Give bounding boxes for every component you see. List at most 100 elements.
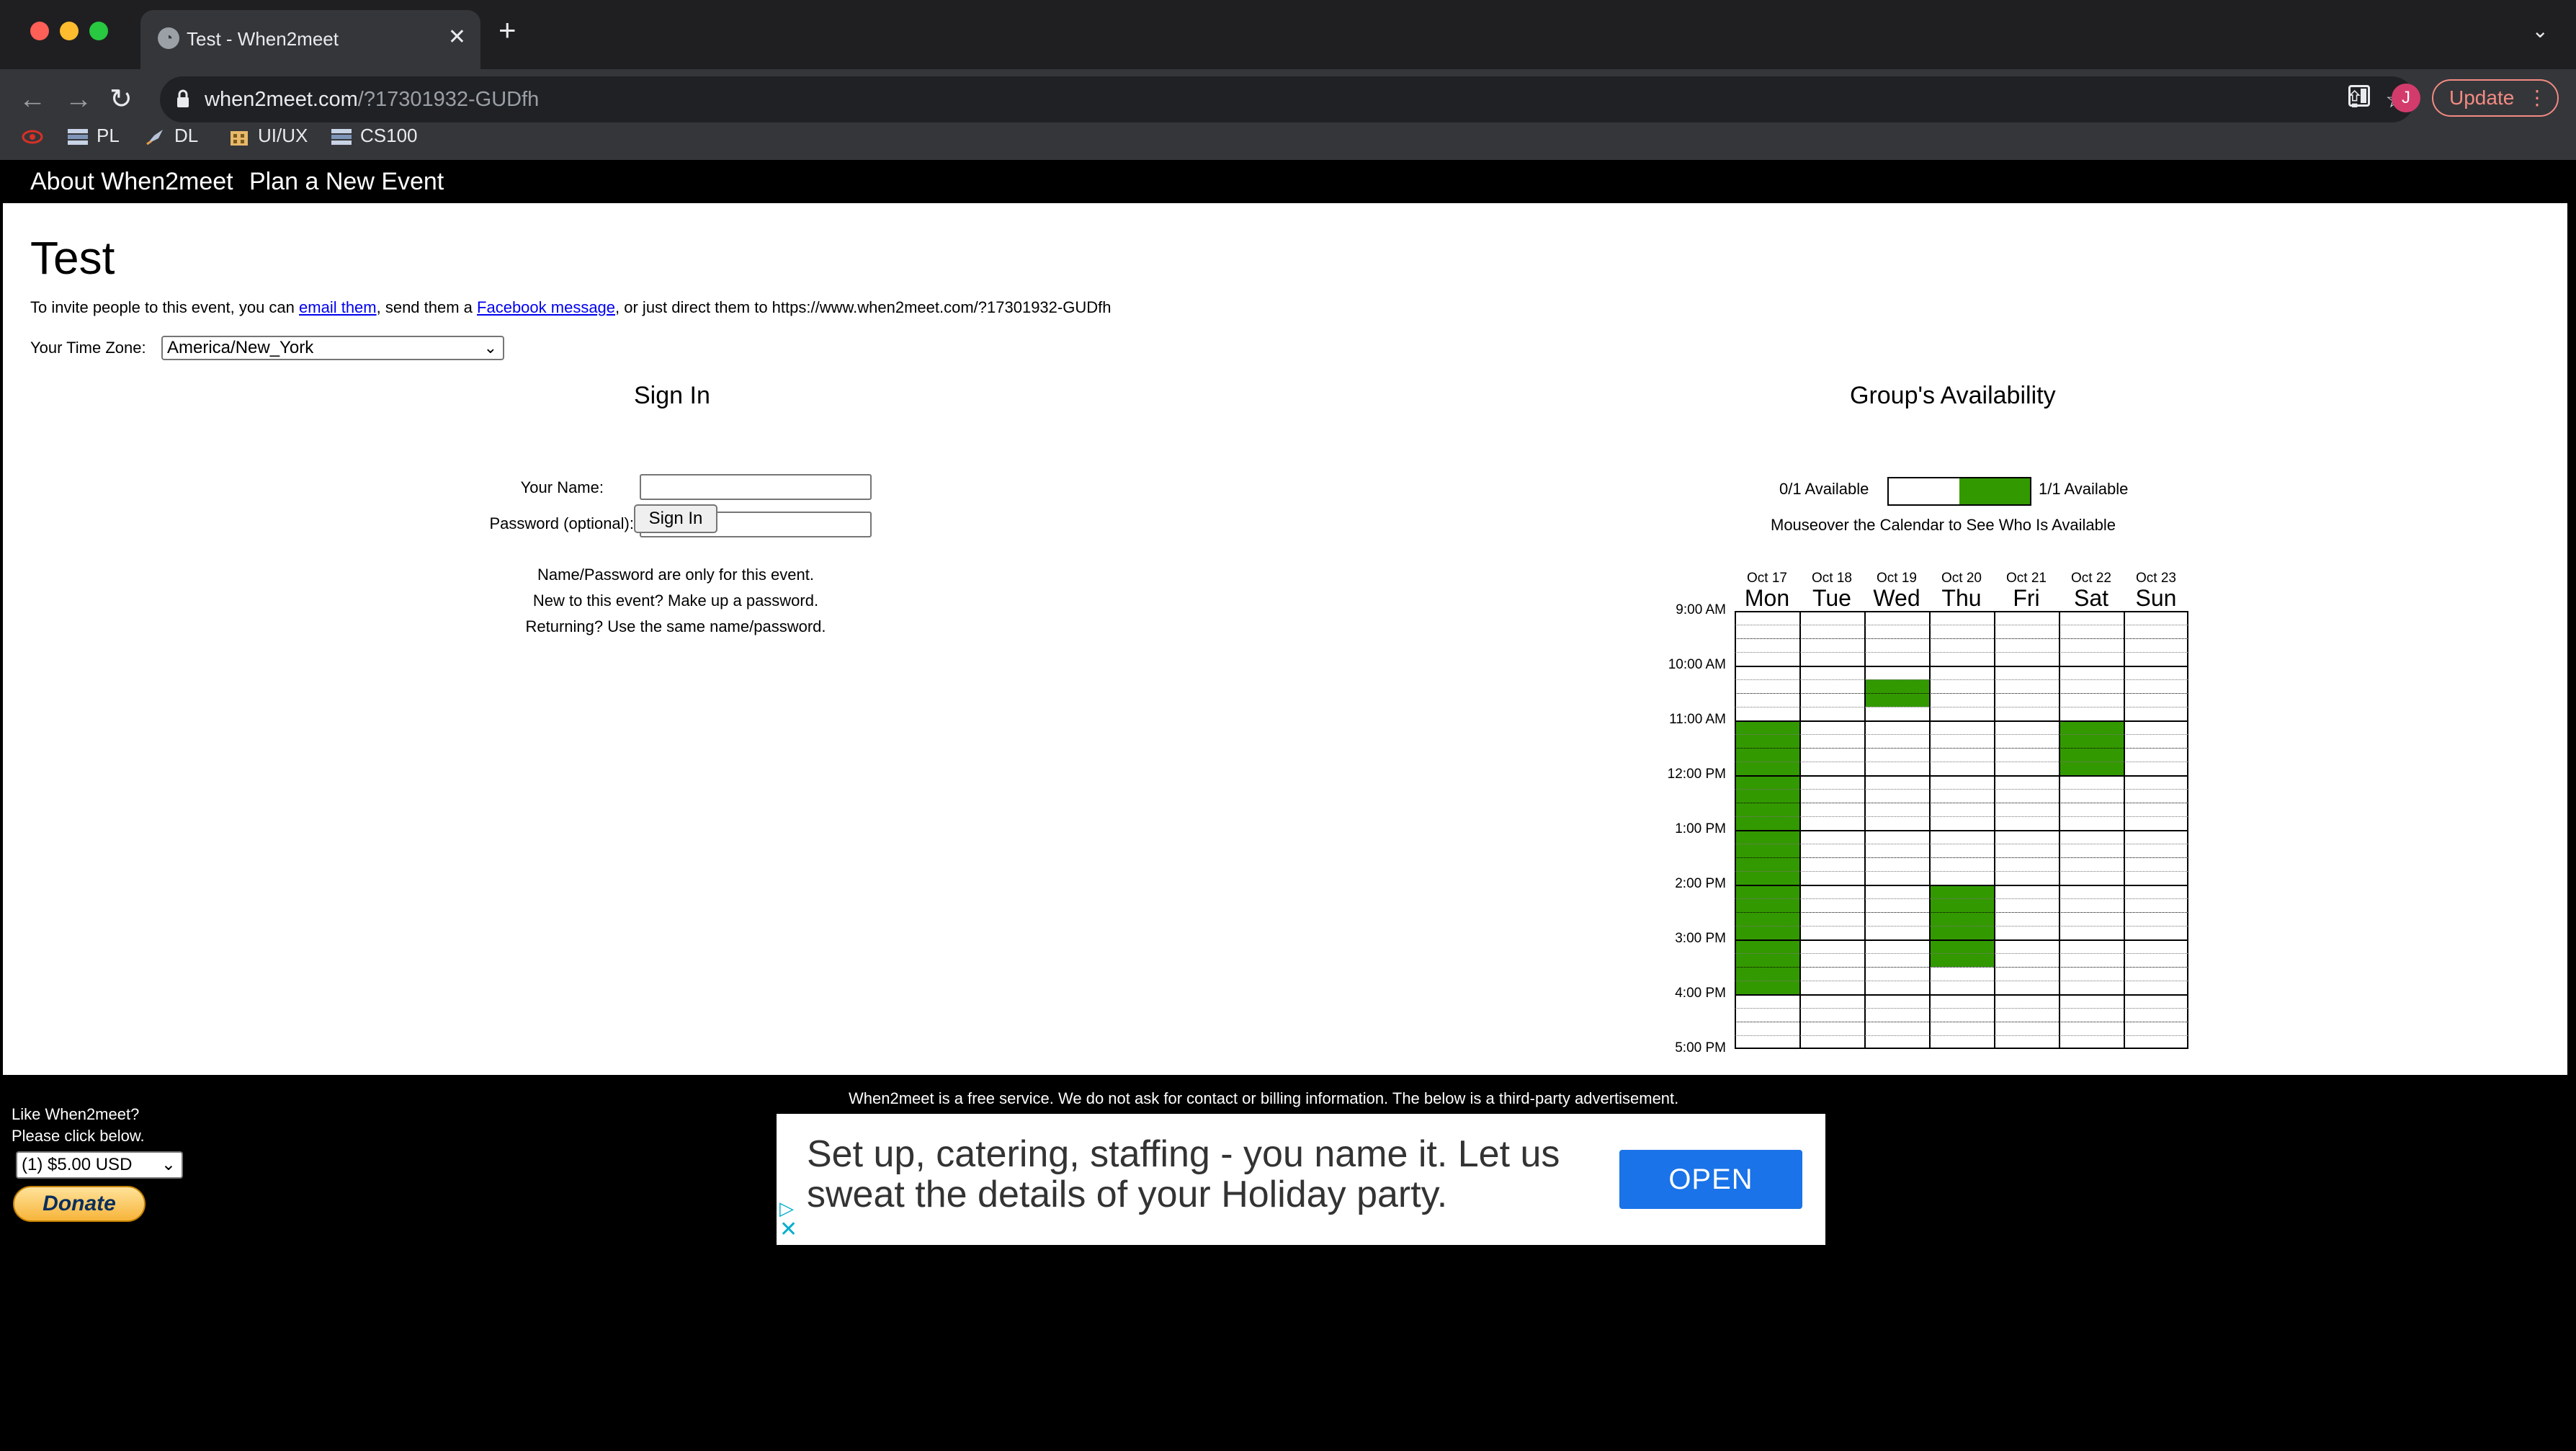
time-slot[interactable]	[1799, 666, 1864, 679]
time-slot[interactable]	[2124, 816, 2188, 830]
tab-active[interactable]: ◔ Test - When2meet ✕	[140, 10, 480, 69]
time-slot[interactable]	[1929, 816, 1994, 830]
time-slot[interactable]	[1735, 693, 1799, 707]
time-slot[interactable]	[1864, 762, 1929, 775]
time-slot[interactable]	[2124, 926, 2188, 939]
time-slot[interactable]	[1864, 1008, 1929, 1022]
time-slot[interactable]	[2124, 679, 2188, 693]
time-slot[interactable]	[2059, 994, 2124, 1008]
time-slot[interactable]	[1929, 871, 1994, 885]
time-slot[interactable]	[1799, 625, 1864, 638]
time-slot[interactable]	[2124, 830, 2188, 844]
time-slot[interactable]	[2059, 857, 2124, 871]
time-slot[interactable]	[2059, 912, 2124, 926]
time-slot[interactable]	[1799, 679, 1864, 693]
time-slot[interactable]	[1864, 912, 1929, 926]
time-slot[interactable]	[1864, 1035, 1929, 1049]
time-slot[interactable]	[1994, 638, 2059, 652]
time-slot[interactable]	[1735, 666, 1799, 679]
time-slot[interactable]	[2059, 926, 2124, 939]
address-bar[interactable]: when2meet.com/?17301932-GUDfh ⇪ ☆	[160, 76, 2415, 122]
time-slot[interactable]	[2124, 720, 2188, 734]
time-slot[interactable]	[1994, 953, 2059, 967]
new-tab-icon[interactable]: +	[498, 14, 516, 46]
time-slot[interactable]	[1735, 652, 1799, 666]
time-slot[interactable]	[1994, 625, 2059, 638]
time-slot[interactable]	[1735, 775, 1799, 789]
time-slot[interactable]	[1799, 707, 1864, 720]
time-slot[interactable]	[1864, 679, 1929, 693]
time-slot[interactable]	[2124, 625, 2188, 638]
time-slot[interactable]	[1864, 939, 1929, 953]
time-slot[interactable]	[1929, 1008, 1994, 1022]
time-slot[interactable]	[1735, 912, 1799, 926]
time-slot[interactable]	[2124, 666, 2188, 679]
facebook-link[interactable]: Facebook message	[477, 298, 615, 316]
time-slot[interactable]	[1994, 775, 2059, 789]
time-slot[interactable]	[1735, 844, 1799, 857]
time-slot[interactable]	[1799, 762, 1864, 775]
time-slot[interactable]	[1864, 748, 1929, 762]
advertisement[interactable]: Set up, catering, staffing - you name it…	[777, 1114, 1825, 1245]
time-slot[interactable]	[2059, 638, 2124, 652]
time-slot[interactable]	[1735, 926, 1799, 939]
time-slot[interactable]	[1929, 775, 1994, 789]
time-slot[interactable]	[2124, 775, 2188, 789]
time-slot[interactable]	[1735, 816, 1799, 830]
time-slot[interactable]	[1994, 611, 2059, 625]
time-slot[interactable]	[1994, 871, 2059, 885]
time-slot[interactable]	[1994, 844, 2059, 857]
donate-button[interactable]: Donate	[13, 1186, 146, 1222]
time-slot[interactable]	[1735, 720, 1799, 734]
time-slot[interactable]	[1994, 1008, 2059, 1022]
time-slot[interactable]	[1735, 981, 1799, 994]
time-slot[interactable]	[1799, 912, 1864, 926]
time-slot[interactable]	[1864, 953, 1929, 967]
time-slot[interactable]	[1864, 638, 1929, 652]
time-slot[interactable]	[1994, 707, 2059, 720]
time-slot[interactable]	[1864, 981, 1929, 994]
time-slot[interactable]	[2124, 981, 2188, 994]
time-slot[interactable]	[1994, 912, 2059, 926]
time-slot[interactable]	[1799, 981, 1864, 994]
time-slot[interactable]	[1735, 1022, 1799, 1035]
time-slot[interactable]	[2124, 939, 2188, 953]
time-slot[interactable]	[1994, 885, 2059, 898]
time-slot[interactable]	[2124, 611, 2188, 625]
time-slot[interactable]	[1799, 734, 1864, 748]
time-slot[interactable]	[2059, 981, 2124, 994]
time-slot[interactable]	[1929, 1022, 1994, 1035]
time-slot[interactable]	[1735, 885, 1799, 898]
time-slot[interactable]	[1735, 803, 1799, 816]
time-slot[interactable]	[1735, 1035, 1799, 1049]
time-slot[interactable]	[1799, 652, 1864, 666]
time-slot[interactable]	[2124, 638, 2188, 652]
time-slot[interactable]	[2059, 844, 2124, 857]
time-slot[interactable]	[1864, 652, 1929, 666]
time-slot[interactable]	[2124, 1035, 2188, 1049]
time-slot[interactable]	[1799, 1035, 1864, 1049]
time-slot[interactable]	[1929, 762, 1994, 775]
time-slot[interactable]	[1929, 748, 1994, 762]
time-slot[interactable]	[1799, 844, 1864, 857]
time-slot[interactable]	[1994, 693, 2059, 707]
time-slot[interactable]	[1735, 830, 1799, 844]
donate-amount-select[interactable]: (1) $5.00 USD ⌄	[16, 1151, 183, 1179]
time-slot[interactable]	[1929, 912, 1994, 926]
time-slot[interactable]	[1864, 707, 1929, 720]
time-slot[interactable]	[1864, 844, 1929, 857]
time-slot[interactable]	[1929, 1035, 1994, 1049]
time-slot[interactable]	[2124, 762, 2188, 775]
time-slot[interactable]	[1864, 967, 1929, 981]
time-slot[interactable]	[1929, 652, 1994, 666]
nav-about-link[interactable]: About When2meet	[30, 167, 233, 196]
time-slot[interactable]	[1929, 734, 1994, 748]
time-slot[interactable]	[1864, 775, 1929, 789]
time-slot[interactable]	[2059, 830, 2124, 844]
time-slot[interactable]	[2124, 652, 2188, 666]
time-slot[interactable]	[1799, 1022, 1864, 1035]
time-slot[interactable]	[1929, 679, 1994, 693]
time-slot[interactable]	[2059, 885, 2124, 898]
time-slot[interactable]	[1994, 762, 2059, 775]
time-slot[interactable]	[1735, 762, 1799, 775]
